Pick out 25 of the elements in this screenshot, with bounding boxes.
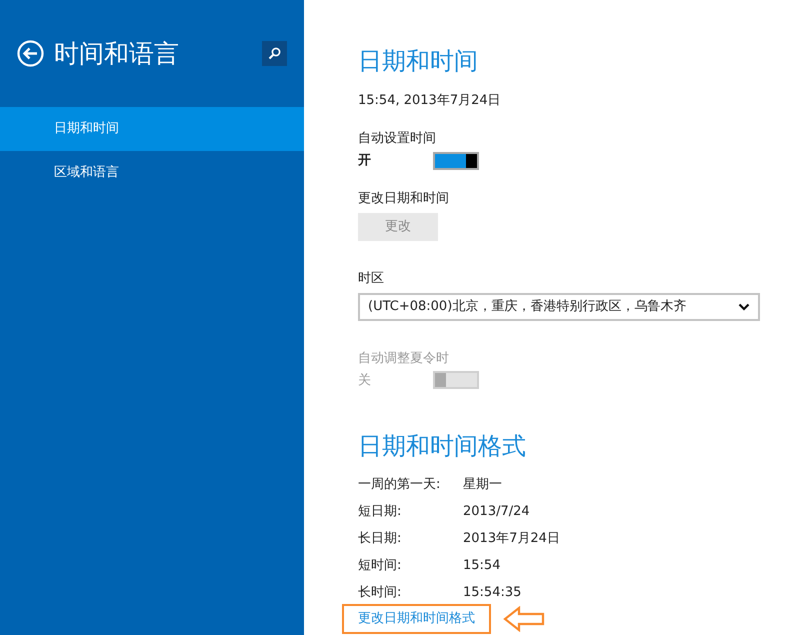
section-title: 日期和时间 — [358, 46, 479, 77]
format-label: 长日期: — [358, 530, 402, 548]
format-value: 15:54:35 — [463, 584, 522, 602]
setting-label: 自动调整夏令时 — [358, 350, 450, 368]
change-format-link[interactable]: 更改日期和时间格式 — [342, 604, 491, 634]
time-zone-dropdown[interactable]: (UTC+08:00)北京，重庆，香港特别行政区，乌鲁木齐 — [358, 292, 760, 320]
sidebar-item[interactable]: 日期和时间 — [0, 107, 304, 151]
setting-label: 自动设置时间 — [358, 130, 437, 148]
format-label: 长时间: — [358, 584, 402, 602]
format-value: 2013/7/24 — [463, 502, 530, 521]
format-value: 星期一 — [463, 476, 502, 494]
sidebar-item[interactable]: 区域和语言 — [0, 151, 304, 195]
toggle-state-text: 关 — [358, 372, 372, 390]
format-value: 2013年7月24日 — [463, 530, 560, 548]
setting-label: 更改日期和时间 — [358, 190, 450, 208]
page-title: 时间和语言 — [54, 38, 179, 70]
format-label: 短时间: — [358, 556, 402, 575]
change-button: 更改 — [358, 212, 438, 240]
setting-label: 时区 — [358, 270, 385, 288]
toggle-state-text: 开 — [358, 152, 372, 170]
current-date-time: 15:54, 2013年7月24日 — [358, 92, 502, 110]
format-value: 15:54 — [463, 556, 500, 575]
format-label: 一周的第一天: — [358, 476, 442, 494]
section-title: 日期和时间格式 — [358, 431, 527, 462]
format-label: 短日期: — [358, 502, 402, 521]
